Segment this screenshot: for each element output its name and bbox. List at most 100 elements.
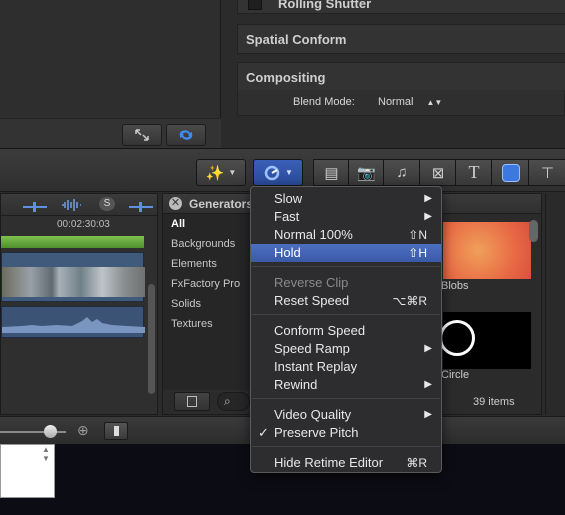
rolling-shutter-checkbox[interactable]: [248, 0, 262, 10]
sidebar-icon: [187, 396, 197, 407]
browser-search-field[interactable]: ⌕: [217, 392, 250, 411]
magic-wand-icon: ✨: [205, 164, 225, 182]
blend-mode-value: Normal: [378, 96, 414, 108]
spatial-conform-section[interactable]: Spatial Conform: [237, 24, 565, 54]
menu-separator: [252, 314, 440, 315]
submenu-arrow-icon: ▶: [424, 343, 432, 354]
menu-item-fast[interactable]: Fast ▶: [251, 208, 441, 226]
blend-mode-row: Blend Mode: Normal ▲▼: [237, 90, 565, 116]
menu-item-instant-replay[interactable]: Instant Replay: [251, 358, 441, 376]
zoom-in-icon[interactable]: ⊕: [77, 422, 89, 439]
sidebar-toggle-button[interactable]: [174, 392, 210, 411]
menu-item-reset-speed[interactable]: Reset Speed ⌥⌘R: [251, 292, 441, 310]
category-textures[interactable]: Textures: [171, 318, 213, 330]
marker-icon: [23, 199, 47, 212]
item-count: 39 items: [473, 396, 515, 408]
compositing-section[interactable]: Compositing: [237, 62, 565, 92]
category-all[interactable]: All: [171, 218, 185, 230]
titles-browser-button[interactable]: T: [455, 159, 493, 186]
menu-item-hold[interactable]: Hold ⇧H: [251, 244, 441, 262]
circle-shape: [439, 320, 475, 356]
compositing-label: Compositing: [246, 69, 326, 85]
generator-thumb-blobs[interactable]: [443, 222, 531, 279]
menu-item-speed-ramp[interactable]: Speed Ramp ▶: [251, 340, 441, 358]
checkmark-icon: ✓: [258, 425, 269, 440]
category-fxfactory-pro[interactable]: FxFactory Pro: [171, 278, 240, 290]
photo-browser-button[interactable]: 📷: [348, 159, 385, 186]
blend-mode-select[interactable]: Normal ▲▼: [378, 96, 442, 108]
menu-item-reverse-clip: Reverse Clip: [274, 275, 349, 290]
fullscreen-button[interactable]: [122, 124, 162, 146]
transition-icon: ⊠: [431, 164, 445, 182]
spatial-conform-label: Spatial Conform: [246, 31, 347, 47]
loop-icon: [179, 130, 193, 140]
film-stack-icon: ▤: [324, 164, 339, 182]
audio-clip[interactable]: [1, 306, 145, 338]
submenu-arrow-icon: ▶: [424, 193, 432, 204]
scroll-arrows-icon: ▲ ▼: [42, 445, 50, 463]
submenu-arrow-icon: ▶: [424, 379, 432, 390]
music-note-icon: ♫: [396, 164, 408, 181]
generator-thumb-circle[interactable]: [439, 312, 531, 369]
menu-separator: [252, 398, 440, 399]
generator-label-circle: Circle: [441, 369, 470, 381]
browser-scrollbar[interactable]: [529, 220, 538, 242]
retime-icon: [264, 165, 280, 180]
category-elements[interactable]: Elements: [171, 258, 217, 270]
green-track[interactable]: [1, 236, 144, 248]
menu-item-hide-retime-editor[interactable]: Hide Retime Editor ⌘R: [251, 454, 441, 472]
category-list: All Backgrounds Elements FxFactory Pro S…: [163, 214, 258, 390]
chevron-down-icon: ▼: [228, 168, 237, 177]
generator-label-blobs: Blobs: [441, 280, 469, 292]
submenu-arrow-icon: ▶: [424, 409, 432, 420]
music-browser-button[interactable]: ♫: [383, 159, 421, 186]
zoom-slider-knob[interactable]: [44, 425, 57, 438]
search-icon: ⌕: [224, 394, 231, 408]
category-backgrounds[interactable]: Backgrounds: [171, 238, 235, 250]
audio-waveform-icon: [61, 198, 81, 211]
timeline-panel: S 00:02:30:03: [0, 193, 158, 415]
clip-appearance-icon: [114, 426, 119, 436]
snap-marker-icon: [129, 199, 153, 212]
title-t-icon: T: [468, 162, 480, 182]
inspector-panel: Rolling Shutter Spatial Conform Composit…: [222, 0, 565, 148]
menu-separator: [252, 266, 440, 267]
generators-browser-button[interactable]: [491, 159, 530, 186]
timeline-ruler: S: [1, 194, 157, 216]
menu-item-rewind[interactable]: Rewind ▶: [251, 376, 441, 394]
loop-button[interactable]: [166, 124, 206, 146]
generator-icon: [501, 163, 520, 182]
menu-item-slow[interactable]: Slow ▶: [251, 190, 441, 208]
camera-icon: 📷: [357, 164, 376, 182]
updown-icon: ▲▼: [426, 98, 443, 107]
rolling-shutter-row[interactable]: Rolling Shutter: [237, 0, 565, 14]
white-panel: ▲ ▼: [0, 444, 55, 498]
expand-arrows-icon: [135, 129, 149, 141]
submenu-arrow-icon: ▶: [424, 211, 432, 222]
retime-button[interactable]: ▼: [253, 159, 303, 186]
menu-item-conform-speed[interactable]: Conform Speed: [251, 322, 441, 340]
themes-icon: ⊤: [540, 164, 555, 182]
chevron-down-icon: ▼: [285, 168, 293, 177]
category-solids[interactable]: Solids: [171, 298, 201, 310]
clip-appearance-button[interactable]: [104, 422, 128, 440]
waveform: [2, 317, 145, 333]
transitions-browser-button[interactable]: ⊠: [419, 159, 457, 186]
themes-browser-button[interactable]: ⊤: [528, 159, 565, 186]
retime-menu: Slow ▶ Fast ▶ Normal 100% ⇧N Hold ⇧H Reverse…: [250, 186, 442, 473]
blend-mode-label: Blend Mode:: [293, 96, 355, 108]
video-clip[interactable]: [1, 252, 145, 302]
menu-item-preserve-pitch[interactable]: ✓ Preserve Pitch: [251, 424, 441, 442]
audio-meters: [545, 193, 565, 415]
timeline-scrollbar[interactable]: [148, 284, 155, 394]
timecode-label: 00:02:30:03: [57, 219, 110, 230]
browser-title: Generators: [189, 197, 254, 211]
close-icon[interactable]: ✕: [169, 197, 182, 210]
solo-icon[interactable]: S: [99, 197, 115, 211]
photo-video-browser-button[interactable]: ▤: [313, 159, 350, 186]
menu-item-normal[interactable]: Normal 100% ⇧N: [251, 226, 441, 244]
menu-separator: [252, 446, 440, 447]
effects-button[interactable]: ✨ ▼: [196, 159, 246, 186]
menu-item-video-quality[interactable]: Video Quality ▶: [251, 406, 441, 424]
viewer-controls: [0, 118, 221, 148]
